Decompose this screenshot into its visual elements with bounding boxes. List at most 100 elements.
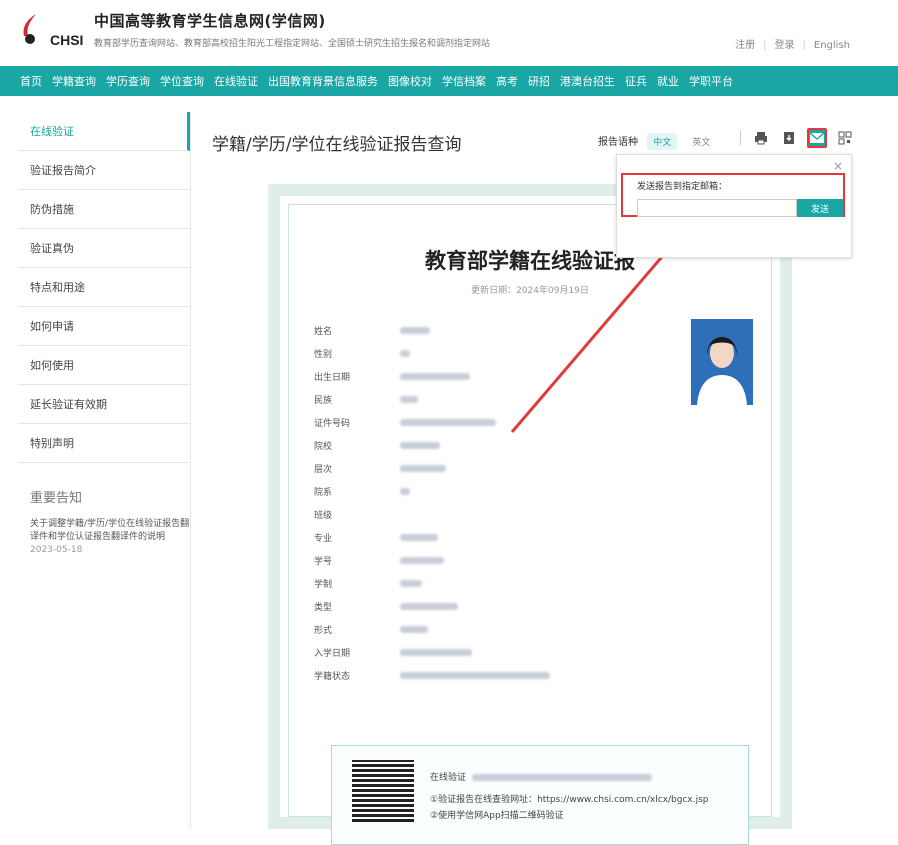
register-link[interactable]: 注册 bbox=[735, 40, 755, 51]
verify-code-blurred bbox=[472, 774, 653, 781]
nav-item-yanzhao[interactable]: 研招 bbox=[528, 73, 550, 89]
sidebar-item-extend[interactable]: 延长验证有效期 bbox=[18, 385, 190, 424]
report-field-value-blurred bbox=[400, 327, 430, 334]
sidebar-item-apply[interactable]: 如何申请 bbox=[18, 307, 190, 346]
report-field-value-blurred bbox=[400, 396, 418, 403]
lang-zh-button[interactable]: 中文 bbox=[647, 133, 678, 150]
login-link[interactable]: 登录 bbox=[775, 40, 795, 51]
sidebar: 在线验证 验证报告简介 防伪措施 验证真伪 特点和用途 如何申请 如何使用 延长… bbox=[18, 112, 190, 555]
nav-item-photo[interactable]: 图像校对 bbox=[388, 73, 432, 89]
main-nav: 首页 学籍查询 学历查询 学位查询 在线验证 出国教育背景信息服务 图像校对 学… bbox=[0, 66, 898, 96]
nav-item-verify[interactable]: 在线验证 bbox=[214, 73, 258, 89]
verify-qrcode[interactable] bbox=[352, 760, 414, 822]
report-field-value-blurred bbox=[400, 442, 440, 449]
notice-date: 2023-05-18 bbox=[30, 545, 83, 555]
report-field-value-blurred bbox=[400, 649, 472, 656]
nav-item-home[interactable]: 首页 bbox=[20, 73, 42, 89]
lang-en-button[interactable]: 英文 bbox=[686, 133, 716, 150]
nav-item-xuewei[interactable]: 学位查询 bbox=[160, 73, 204, 89]
page-title: 学籍/学历/学位在线验证报告查询 bbox=[212, 135, 462, 155]
chsi-logo-icon[interactable] bbox=[14, 12, 48, 46]
report-field-value-blurred bbox=[400, 534, 438, 541]
report-field-label: 专业 bbox=[314, 534, 333, 544]
email-input[interactable] bbox=[637, 199, 797, 217]
report-field-label: 性别 bbox=[314, 350, 333, 360]
report-field-value-blurred bbox=[400, 557, 444, 564]
email-icon[interactable] bbox=[807, 128, 827, 148]
nav-item-abroad[interactable]: 出国教育背景信息服务 bbox=[268, 73, 378, 89]
sidebar-item-features[interactable]: 特点和用途 bbox=[18, 268, 190, 307]
report-field-label: 学号 bbox=[314, 557, 333, 567]
nav-item-gaokao[interactable]: 高考 bbox=[496, 73, 518, 89]
report-field-label: 入学日期 bbox=[314, 649, 351, 659]
site-header: CHSI 中国高等教育学生信息网(学信网) 教育部学历查询网站、教育部高校招生阳… bbox=[0, 0, 898, 62]
report-field-value-blurred bbox=[400, 373, 470, 380]
report-field-label: 学制 bbox=[314, 580, 333, 590]
report-field-row: 专业 bbox=[314, 526, 550, 549]
report-field-value-blurred bbox=[400, 603, 458, 610]
report-field-label: 形式 bbox=[314, 626, 333, 636]
close-icon[interactable]: × bbox=[833, 159, 843, 173]
nav-item-xueli[interactable]: 学历查询 bbox=[106, 73, 150, 89]
report-field-row: 学号 bbox=[314, 549, 550, 572]
report-field-row: 形式 bbox=[314, 618, 550, 641]
sidebar-item-anticounterfeit[interactable]: 防伪措施 bbox=[18, 190, 190, 229]
sidebar-item-statement[interactable]: 特别声明 bbox=[18, 424, 190, 463]
report-field-label: 证件号码 bbox=[314, 419, 351, 429]
report-field-value-blurred bbox=[400, 580, 422, 587]
nav-item-hkmt[interactable]: 港澳台招生 bbox=[560, 73, 615, 89]
report-field-row: 学制 bbox=[314, 572, 550, 595]
report-field-row: 入学日期 bbox=[314, 641, 550, 664]
logo-brand: CHSI bbox=[50, 32, 84, 48]
sidebar-item-intro[interactable]: 验证报告简介 bbox=[18, 151, 190, 190]
report-field-label: 院系 bbox=[314, 488, 333, 498]
nav-item-zhengbing[interactable]: 征兵 bbox=[625, 73, 647, 89]
nav-item-xueji[interactable]: 学籍查询 bbox=[52, 73, 96, 89]
verify-code-line: 在线验证 bbox=[430, 770, 653, 783]
report-field-row: 层次 bbox=[314, 457, 550, 480]
report-field-value-blurred bbox=[400, 350, 410, 357]
top-links: 注册 | 登录 | English bbox=[735, 36, 850, 51]
sidebar-item-use[interactable]: 如何使用 bbox=[18, 346, 190, 385]
separator: | bbox=[763, 40, 767, 51]
report-field-value-blurred bbox=[400, 419, 496, 426]
language-switch: 报告语种 中文 英文 bbox=[598, 133, 716, 150]
report-field-label: 类型 bbox=[314, 603, 333, 613]
verify-app-line: ②使用学信网App扫描二维码验证 bbox=[430, 811, 564, 821]
send-button[interactable]: 发送 bbox=[797, 199, 843, 217]
report-field-value-blurred bbox=[400, 672, 550, 679]
report-field-label: 民族 bbox=[314, 396, 333, 406]
nav-item-jobs[interactable]: 就业 bbox=[657, 73, 679, 89]
verify-prefix: 在线验证 bbox=[430, 773, 467, 783]
sidebar-item-verify[interactable]: 在线验证 bbox=[18, 112, 190, 151]
report-field-row: 班级 bbox=[314, 503, 550, 526]
notice-link[interactable]: 关于调整学籍/学历/学位在线验证报告翻译件和学位认证报告翻译件的说明 bbox=[18, 518, 190, 544]
qrcode-icon[interactable] bbox=[835, 128, 855, 148]
report-field-label: 姓名 bbox=[314, 327, 333, 337]
nav-item-career[interactable]: 学职平台 bbox=[689, 73, 733, 89]
nav-item-archive[interactable]: 学信档案 bbox=[442, 73, 486, 89]
report-field-label: 层次 bbox=[314, 465, 333, 475]
report-field-value-blurred bbox=[400, 488, 410, 495]
report-toolbar bbox=[740, 128, 863, 148]
report-field-label: 学籍状态 bbox=[314, 672, 351, 682]
report-field-label: 院校 bbox=[314, 442, 333, 452]
email-popup: × 发送报告到指定邮箱： 发送 bbox=[616, 154, 852, 258]
download-icon[interactable] bbox=[779, 128, 799, 148]
report-field-row: 类型 bbox=[314, 595, 550, 618]
divider bbox=[190, 112, 191, 829]
email-label: 发送报告到指定邮箱： bbox=[637, 182, 728, 192]
report-field-value-blurred bbox=[400, 626, 428, 633]
report-field-label: 出生日期 bbox=[314, 373, 351, 383]
separator: | bbox=[802, 40, 806, 51]
print-icon[interactable] bbox=[751, 128, 771, 148]
site-title[interactable]: 中国高等教育学生信息网(学信网) bbox=[94, 10, 326, 31]
english-link[interactable]: English bbox=[814, 40, 850, 51]
verify-url-line: ①验证报告在线查验网址：https://www.chsi.com.cn/xlcx… bbox=[430, 795, 709, 805]
sidebar-item-check[interactable]: 验证真伪 bbox=[18, 229, 190, 268]
notice-title: 重要告知 bbox=[30, 491, 83, 506]
verify-box: 在线验证 ①验证报告在线查验网址：https://www.chsi.com.cn… bbox=[331, 745, 749, 845]
report-field-label: 班级 bbox=[314, 511, 333, 521]
report-field-row: 院系 bbox=[314, 480, 550, 503]
separator bbox=[740, 131, 741, 145]
